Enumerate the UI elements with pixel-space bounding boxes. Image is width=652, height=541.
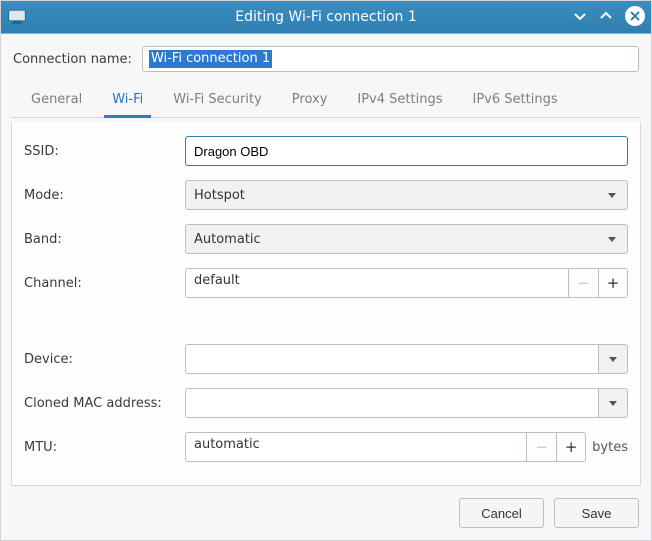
- mode-combo[interactable]: Hotspot: [185, 180, 628, 210]
- minimize-icon[interactable]: [573, 9, 587, 23]
- close-icon: [625, 6, 645, 26]
- device-label: Device:: [24, 352, 179, 367]
- ssid-label: SSID:: [24, 144, 179, 159]
- wifi-tab-page: SSID: Mode: Hotspot Band: Automatic Chan…: [11, 122, 641, 486]
- connection-name-value: Wi-Fi connection 1: [149, 50, 272, 68]
- dialog-footer: Cancel Save: [1, 486, 651, 540]
- mtu-plus-button[interactable]: +: [556, 432, 586, 462]
- mtu-value[interactable]: automatic: [185, 432, 526, 462]
- connection-name-field[interactable]: Wi-Fi connection 1: [142, 46, 639, 72]
- band-label: Band:: [24, 232, 179, 247]
- window-controls: [573, 6, 645, 26]
- channel-minus-button[interactable]: −: [568, 268, 598, 298]
- channel-label: Channel:: [24, 276, 179, 291]
- mode-label: Mode:: [24, 188, 179, 203]
- mode-value: Hotspot: [194, 188, 245, 203]
- tab-general[interactable]: General: [25, 84, 88, 117]
- cloned-mac-combo[interactable]: [185, 388, 628, 418]
- channel-value[interactable]: default: [185, 268, 568, 298]
- channel-spin: default − +: [185, 268, 628, 298]
- cloned-mac-dropdown-button[interactable]: [598, 388, 628, 418]
- tab-wifi[interactable]: Wi-Fi: [106, 84, 149, 117]
- tab-ipv6[interactable]: IPv6 Settings: [467, 84, 564, 117]
- connection-name-label: Connection name:: [13, 52, 132, 67]
- mtu-label: MTU:: [24, 440, 179, 455]
- maximize-icon[interactable]: [599, 9, 613, 23]
- network-editor-window: Editing Wi-Fi connection 1 Connection na…: [0, 0, 652, 541]
- device-combo[interactable]: [185, 344, 628, 374]
- band-value: Automatic: [194, 232, 261, 247]
- titlebar: Editing Wi-Fi connection 1: [1, 1, 651, 34]
- ssid-field[interactable]: [185, 136, 628, 166]
- cancel-button[interactable]: Cancel: [459, 498, 544, 528]
- tab-ipv4[interactable]: IPv4 Settings: [351, 84, 448, 117]
- mtu-spin: automatic − +: [185, 432, 586, 462]
- tab-proxy[interactable]: Proxy: [286, 84, 334, 117]
- band-combo[interactable]: Automatic: [185, 224, 628, 254]
- tabbar: General Wi-Fi Wi-Fi Security Proxy IPv4 …: [11, 84, 641, 118]
- save-button[interactable]: Save: [554, 498, 639, 528]
- window-body: Connection name: Wi-Fi connection 1 Gene…: [1, 34, 651, 540]
- mtu-minus-button[interactable]: −: [526, 432, 556, 462]
- cloned-mac-value[interactable]: [185, 388, 598, 418]
- device-dropdown-button[interactable]: [598, 344, 628, 374]
- cloned-mac-label: Cloned MAC address:: [24, 396, 179, 411]
- mtu-suffix: bytes: [592, 440, 628, 455]
- device-value[interactable]: [185, 344, 598, 374]
- close-button[interactable]: [625, 6, 645, 26]
- monitor-icon: [7, 8, 27, 26]
- tab-wifi-security[interactable]: Wi-Fi Security: [167, 84, 268, 117]
- channel-plus-button[interactable]: +: [598, 268, 628, 298]
- window-title: Editing Wi-Fi connection 1: [1, 9, 651, 25]
- connection-name-row: Connection name: Wi-Fi connection 1: [1, 34, 651, 84]
